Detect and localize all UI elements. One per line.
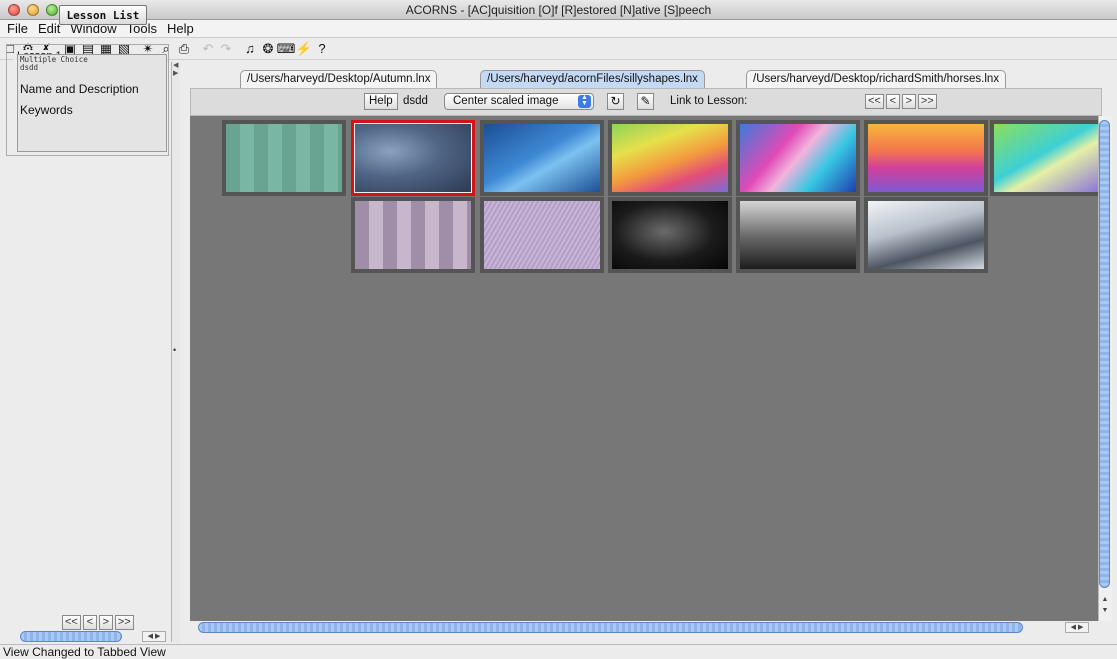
content-horizontal-scrollbar[interactable] [198, 622, 1023, 633]
menu-help[interactable]: Help [164, 21, 201, 36]
thumbnail-lavender-lines[interactable] [480, 197, 604, 273]
first-lesson-button[interactable]: << [62, 615, 81, 630]
split-handle-icon[interactable]: • [173, 345, 176, 355]
tab-horses[interactable]: /Users/harveyd/Desktop/richardSmith/hors… [746, 70, 1007, 88]
last-lesson-button[interactable]: >> [114, 615, 134, 630]
link-next-button[interactable]: > [901, 94, 916, 109]
undo-icon[interactable]: ↶ [200, 41, 216, 57]
left-scroll-arrows[interactable]: ◀ ▶ [142, 631, 166, 642]
thumbnail-purple-squares[interactable] [351, 197, 475, 273]
thumbnail-pink-cyan-ribbon[interactable] [736, 120, 860, 196]
left-horizontal-scrollbar[interactable] [20, 631, 122, 642]
help-button[interactable]: Help [364, 93, 398, 110]
link-previous-button[interactable]: < [885, 94, 900, 109]
speaker-icon[interactable]: ♫ [242, 41, 258, 57]
tab-sillyshapes[interactable]: /Users/harveyd/acornFiles/sillyshapes.ln… [480, 70, 705, 88]
print-icon[interactable]: ⎙ [176, 41, 192, 57]
next-lesson-button[interactable]: > [98, 615, 113, 630]
lightning-icon[interactable]: ⚡ [296, 41, 312, 57]
lesson-type-name: dsdd [20, 63, 39, 72]
menu-file[interactable]: File [4, 21, 35, 36]
file-tabs: /Users/harveyd/Desktop/Autumn.lnx /Users… [182, 62, 1117, 88]
link-last-button[interactable]: >> [917, 94, 937, 109]
lesson-list-button[interactable]: Lesson List [59, 5, 147, 25]
thumbnail-bw-pier[interactable] [736, 197, 860, 273]
status-bar: View Changed to Tabbed View [0, 644, 1117, 659]
lightbulb-icon[interactable]: ❂ [260, 41, 276, 57]
lesson-navigation: << < > >> [62, 615, 134, 630]
name-description-label: Name and Description [20, 82, 139, 96]
thumbnail-teal-squares[interactable] [222, 120, 346, 196]
lesson-name: dsdd [403, 95, 428, 107]
lesson-type: Multiple Choice dsdd [20, 56, 88, 72]
menu-bar: File Edit Window Tools Help [0, 20, 1117, 38]
scale-select[interactable]: Center scaled image ▲ ▼ [444, 93, 594, 110]
help-icon[interactable]: ? [314, 41, 330, 57]
collapse-arrow-icon[interactable]: ◀ ▶ [173, 61, 178, 77]
previous-lesson-button[interactable]: < [82, 615, 97, 630]
vertical-scroll-arrows[interactable]: ▲ ▼ [1099, 594, 1111, 618]
image-gallery [190, 116, 1102, 621]
refresh-icon[interactable]: ↻ [607, 93, 624, 110]
vertical-scrollbar-thumb[interactable] [1099, 120, 1110, 588]
window-title: ACORNS - [AC]quisition [O]f [R]estored [… [405, 3, 712, 17]
thumbnail-silver-dune[interactable] [864, 197, 988, 273]
link-to-lesson-label: Link to Lesson: [670, 95, 748, 107]
thumbnail-blue-gray-swirl[interactable] [351, 120, 475, 196]
content-scroll-arrows[interactable]: ◀ ▶ [1065, 622, 1089, 633]
thumbnail-cyan-green-gradient[interactable] [990, 120, 1102, 196]
thumbnail-rainbow-diagonal[interactable] [608, 120, 732, 196]
scale-select-value: Center scaled image [453, 95, 559, 107]
keyboard-icon[interactable]: ⌨ [277, 41, 296, 57]
select-arrows-icon: ▲ ▼ [578, 94, 591, 108]
redo-icon[interactable]: ↷ [218, 41, 234, 57]
thumbnail-blue-wave[interactable] [480, 120, 604, 196]
link-navigation: << < > >> [865, 94, 937, 109]
keywords-label: Keywords [20, 103, 73, 117]
link-first-button[interactable]: << [865, 94, 884, 109]
thumbnail-sunset-waves[interactable] [864, 120, 988, 196]
edit-link-icon[interactable]: ✎ [637, 93, 654, 110]
title-bar: ACORNS - [AC]quisition [O]f [R]estored [… [0, 0, 1117, 20]
tab-autumn[interactable]: /Users/harveyd/Desktop/Autumn.lnx [240, 70, 438, 88]
thumbnail-lightning-storm[interactable] [608, 197, 732, 273]
